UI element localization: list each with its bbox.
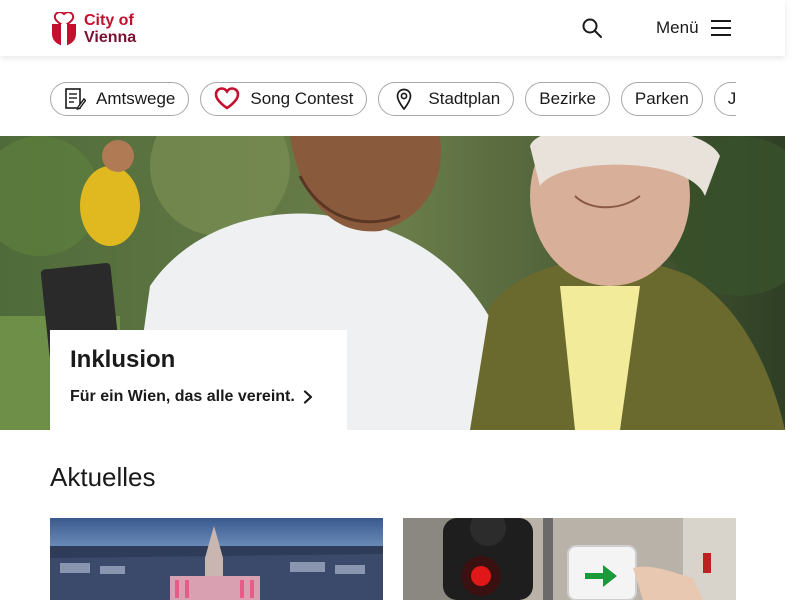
search-button[interactable] — [580, 16, 604, 40]
logo-text-line2: Vienna — [84, 29, 137, 46]
hero-link-text: Für ein Wien, das alle vereint. — [70, 388, 295, 405]
chip-stadtplan[interactable]: Stadtplan — [378, 82, 515, 116]
hero-banner[interactable]: Inklusion Für ein Wien, das alle vereint… — [0, 136, 785, 430]
chip-label: Stadtplan — [428, 89, 501, 108]
chip-label: Amtswege — [96, 89, 176, 108]
chip-parken[interactable]: Parken — [620, 82, 703, 116]
site-header: City of Vienna Menü — [0, 0, 785, 56]
chip-bezirke[interactable]: Bezirke — [525, 82, 610, 116]
menu-button[interactable]: Menü — [656, 16, 731, 40]
hero-title: Inklusion — [70, 346, 176, 373]
chip-label: Song Contest — [250, 89, 354, 108]
document-edit-icon — [64, 87, 86, 111]
logo-text-line1: City of — [84, 12, 134, 29]
news-card[interactable] — [403, 518, 736, 600]
quick-links-bar: Amtswege Song Contest Stadtplan Bezirke — [50, 82, 736, 118]
news-section-title: Aktuelles — [50, 462, 156, 492]
news-card[interactable] — [50, 518, 383, 600]
city-of-vienna-logo[interactable]: City of Vienna — [50, 9, 150, 49]
hero-teaser-card[interactable]: Inklusion Für ein Wien, das alle vereint… — [50, 330, 347, 430]
chevron-right-icon — [303, 390, 313, 404]
news-card-image-vienna-city-hall — [50, 518, 383, 600]
chip-label: Bezirke — [539, 89, 596, 108]
chip-amtswege[interactable]: Amtswege — [50, 82, 190, 116]
news-card-image-traffic-light — [403, 518, 736, 600]
chip-song-contest[interactable]: Song Contest — [200, 82, 368, 116]
menu-label: Menü — [656, 18, 699, 37]
chip-jobs[interactable]: Jo — [713, 82, 736, 116]
chip-label: Parken — [634, 89, 689, 108]
heart-icon — [214, 87, 240, 111]
hero-link[interactable]: Für ein Wien, das alle vereint. — [70, 388, 327, 406]
vienna-crest-heart-icon — [52, 12, 76, 46]
hamburger-icon — [710, 20, 731, 36]
chip-label: Jo — [727, 89, 736, 108]
search-icon — [582, 18, 602, 38]
map-pin-icon — [396, 88, 412, 110]
